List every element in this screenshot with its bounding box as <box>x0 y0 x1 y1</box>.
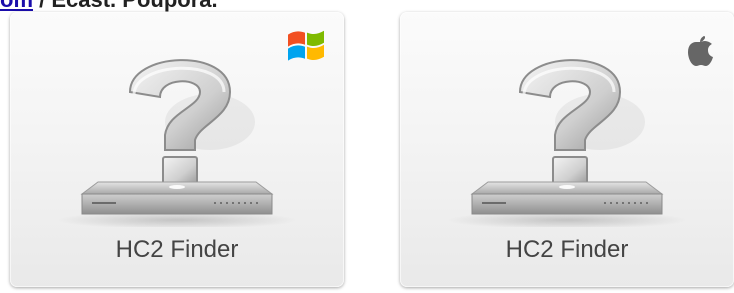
card-label: HC2 Finder <box>505 236 629 263</box>
page: om / Ecast. Poupora. <box>0 0 734 293</box>
hc2-finder-mac-card[interactable]: HC2 Finder <box>400 12 734 287</box>
windows-logo-icon <box>288 30 324 61</box>
card-label: HC2 Finder <box>115 236 239 263</box>
hc2-device-icon <box>80 181 274 215</box>
header-line: om / Ecast. Poupora. <box>0 0 218 12</box>
hc2-device-icon <box>470 181 664 215</box>
hc2-finder-windows-card[interactable]: HC2 Finder <box>10 12 344 287</box>
header-text: / Ecast. Poupora. <box>33 0 218 12</box>
header-link[interactable]: om <box>0 0 33 12</box>
apple-logo-icon <box>688 36 713 66</box>
